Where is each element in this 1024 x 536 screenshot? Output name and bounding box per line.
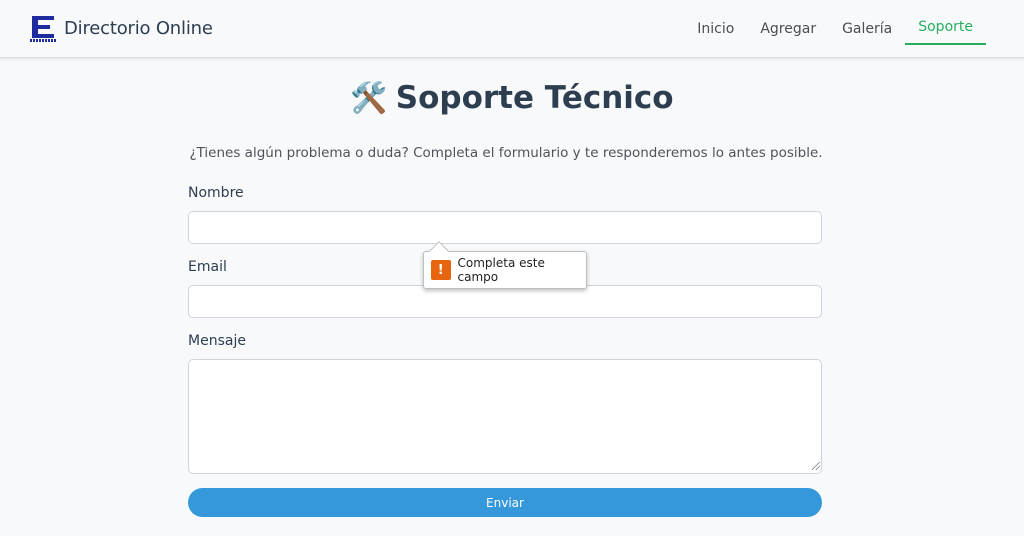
nav-item-galeria[interactable]: Galería [829, 0, 905, 45]
nav-item-soporte[interactable]: Soporte [905, 0, 986, 45]
navbar: Directorio Online Inicio Agregar Galería… [0, 0, 1024, 58]
nav-item-inicio[interactable]: Inicio [684, 0, 747, 45]
validation-message: Completa este campo [457, 256, 545, 284]
email-field[interactable] [188, 285, 822, 318]
page-subtitle: ¿Tienes algún problema o duda? Completa … [189, 145, 823, 161]
page-title: 🛠️ Soporte Técnico [0, 80, 1024, 116]
warning-icon: ! [431, 260, 451, 280]
page-title-text: Soporte Técnico [395, 80, 674, 116]
brand-title: Directorio Online [64, 17, 213, 39]
tooltip-arrow [429, 241, 449, 261]
directory-logo-icon [30, 14, 56, 42]
name-label: Nombre [188, 185, 244, 201]
resize-handle-icon[interactable] [812, 462, 820, 470]
message-label: Mensaje [188, 333, 246, 349]
brand[interactable]: Directorio Online [30, 12, 213, 44]
submit-button[interactable]: Enviar [188, 488, 822, 517]
nav-item-agregar[interactable]: Agregar [747, 0, 829, 45]
name-field[interactable] [188, 211, 822, 244]
nav-menu: Inicio Agregar Galería Soporte [684, 0, 986, 58]
tools-icon: 🛠️ [350, 81, 388, 116]
validation-tooltip: ! Completa este campo [423, 241, 587, 289]
message-field[interactable] [188, 359, 822, 474]
email-label: Email [188, 259, 227, 275]
